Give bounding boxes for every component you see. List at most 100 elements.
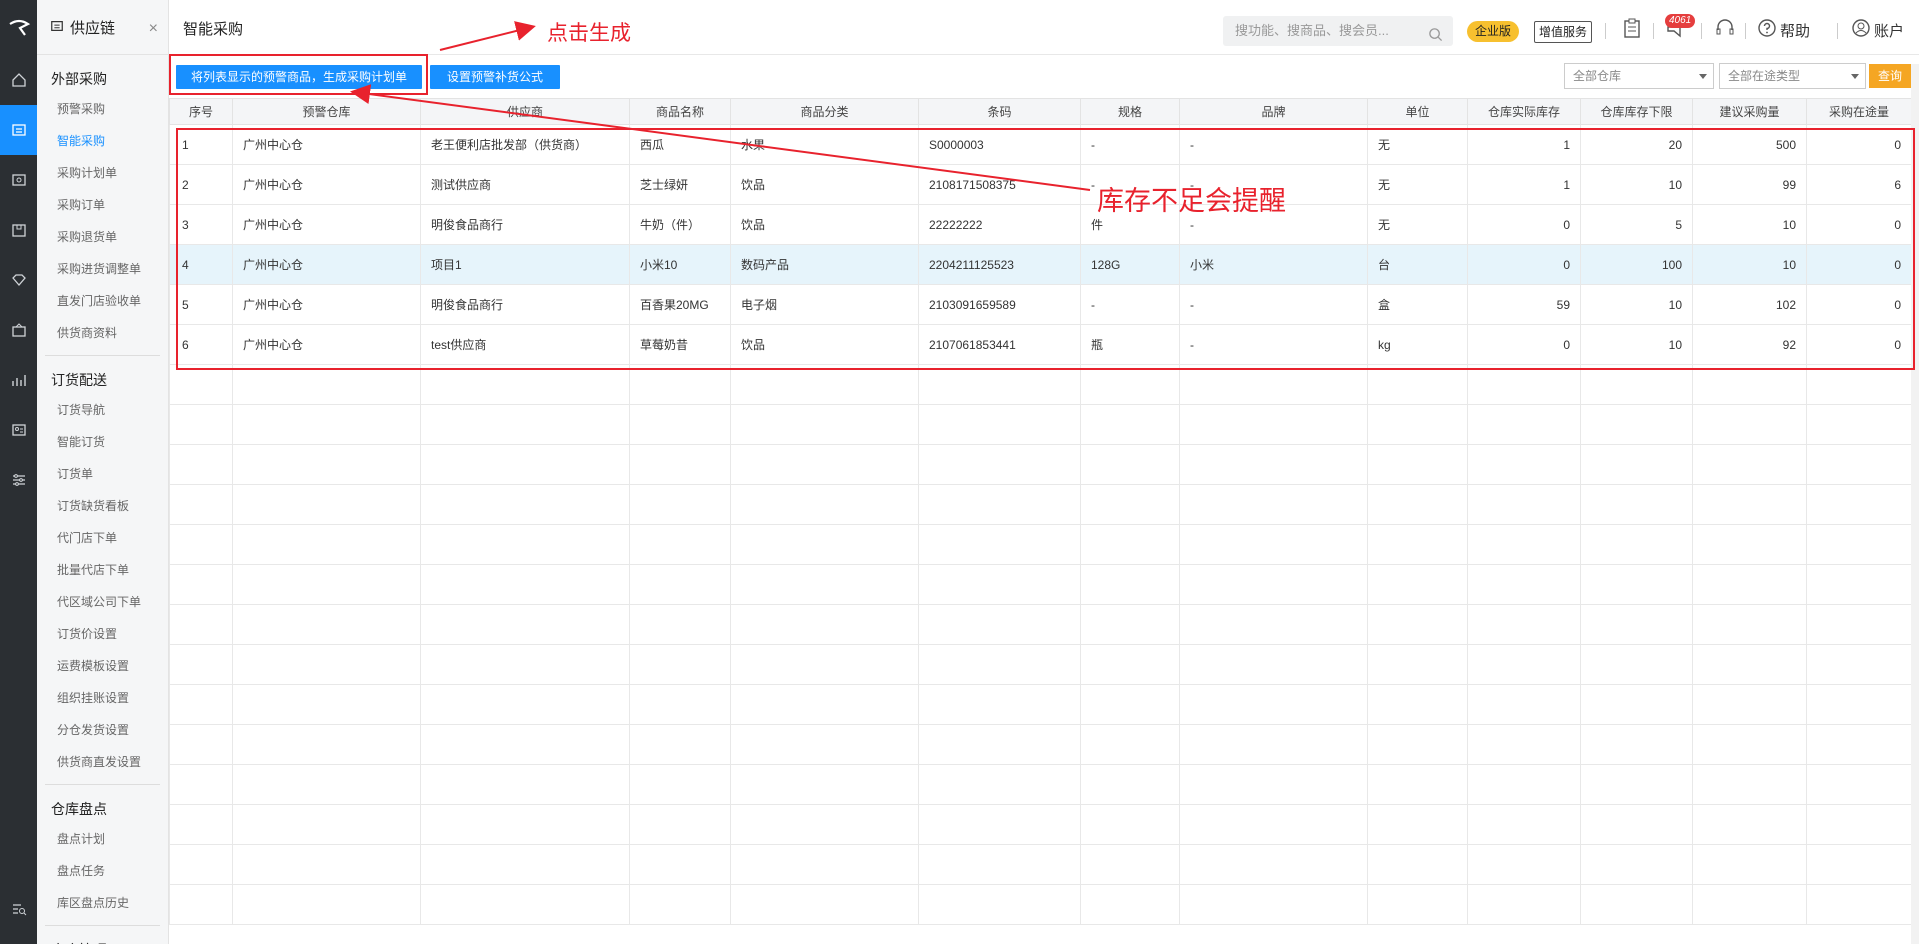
member-icon[interactable]: [0, 255, 37, 305]
table-row[interactable]: 4 广州中心仓 项目1 小米10 数码产品 2204211125523 128G 小米台 0 10…: [169, 244, 1911, 285]
table-row[interactable]: [169, 884, 1911, 925]
table-row[interactable]: [169, 764, 1911, 805]
table-cell: [1179, 724, 1368, 765]
sidebar-item-smart-order[interactable]: 智能订货: [45, 426, 160, 458]
table-row[interactable]: [169, 524, 1911, 565]
sidebar-item-order-list[interactable]: 订货单: [45, 458, 160, 490]
table-cell: [1080, 484, 1180, 525]
sidebar-item-direct-acceptance[interactable]: 直发门店验收单: [45, 285, 160, 317]
sidebar-item-store-order[interactable]: 代门店下单: [45, 522, 160, 554]
settings-icon[interactable]: [0, 455, 37, 505]
sidebar-item-warehouse-shipping[interactable]: 分仓发货设置: [45, 714, 160, 746]
table-row[interactable]: [169, 684, 1911, 725]
table-row[interactable]: 6 广州中心仓 test供应商 草莓奶昔 饮品 2107061853441 瓶 - kg 0 10 9…: [169, 324, 1911, 365]
vertical-scrollbar[interactable]: [1911, 64, 1919, 944]
table-row[interactable]: 2 广州中心仓 测试供应商 芝士绿妍 饮品 2108171508375- - 无 1 10 99 6: [169, 164, 1911, 205]
sidebar-item-purchase-plan[interactable]: 采购计划单: [45, 157, 160, 189]
column-header[interactable]: 仓库实际库存: [1467, 98, 1581, 125]
table-row[interactable]: [169, 444, 1911, 485]
table-row[interactable]: 1 广州中心仓 老王便利店批发部（供货商） 西瓜 水果 S0000003- - 无 1 20 500…: [169, 124, 1911, 165]
column-header[interactable]: 序号: [169, 98, 233, 125]
table-cell: [1806, 564, 1911, 605]
marketing-icon[interactable]: [0, 305, 37, 355]
user-icon[interactable]: [1851, 18, 1871, 41]
sidebar-item-count-task[interactable]: 盘点任务: [45, 855, 160, 887]
sidebar-item-order-price[interactable]: 订货价设置: [45, 618, 160, 650]
warehouse-select[interactable]: 全部仓库: [1564, 63, 1714, 89]
query-button[interactable]: 查询: [1869, 64, 1911, 88]
staff-icon[interactable]: [0, 405, 37, 455]
table-cell: [1179, 884, 1368, 925]
table-cell: [1080, 804, 1180, 845]
home-icon[interactable]: [0, 55, 37, 105]
sidebar-item-warning-purchase[interactable]: 预警采购: [45, 93, 160, 125]
help-link[interactable]: 帮助: [1780, 20, 1810, 41]
store-icon[interactable]: [0, 205, 37, 255]
search-input[interactable]: 搜功能、搜商品、搜会员...: [1223, 16, 1453, 46]
transit-type-select[interactable]: 全部在途类型: [1719, 63, 1866, 89]
table-row[interactable]: [169, 644, 1911, 685]
table-row[interactable]: 3 广州中心仓 明俊食品商行 牛奶（件） 饮品 22222222 件 - 无 0 5 10 0: [169, 204, 1911, 245]
sidebar-item-freight-template[interactable]: 运费模板设置: [45, 650, 160, 682]
table-cell: 92: [1692, 324, 1807, 365]
table-cell: [1367, 804, 1468, 845]
sidebar-item-count-plan[interactable]: 盘点计划: [45, 823, 160, 855]
sidebar-item-purchase-return[interactable]: 采购退货单: [45, 221, 160, 253]
table-cell: 2107061853441: [918, 324, 1081, 365]
sidebar-item-purchase-adjust[interactable]: 采购进货调整单: [45, 253, 160, 285]
close-icon[interactable]: ×: [149, 20, 158, 38]
sidebar-item-region-order[interactable]: 代区域公司下单: [45, 586, 160, 618]
column-header[interactable]: 商品名称: [629, 98, 731, 125]
sidebar-item-supplier-info[interactable]: 供货商资料: [45, 317, 160, 349]
column-header[interactable]: 建议采购量: [1692, 98, 1807, 125]
table-row[interactable]: [169, 724, 1911, 765]
value-service-button[interactable]: 增值服务: [1534, 21, 1592, 43]
help-icon[interactable]: [1757, 18, 1777, 41]
logo-icon[interactable]: [0, 0, 37, 55]
enterprise-badge[interactable]: 企业版: [1467, 21, 1519, 42]
table-cell: -: [1179, 324, 1368, 365]
set-formula-button[interactable]: 设置预警补货公式: [430, 65, 560, 89]
table-row[interactable]: 5 广州中心仓 明俊食品商行 百香果20MG 电子烟 2103091659589- - 盒 59…: [169, 284, 1911, 325]
table-cell: 10: [1692, 204, 1807, 245]
account-link[interactable]: 账户: [1874, 20, 1904, 41]
sidebar-item-batch-order[interactable]: 批量代店下单: [45, 554, 160, 586]
table-cell: [730, 364, 919, 405]
column-header[interactable]: 供应商: [420, 98, 630, 125]
table-cell: [232, 524, 421, 565]
sidebar-item-supplier-direct[interactable]: 供货商直发设置: [45, 746, 160, 778]
column-header[interactable]: 商品分类: [730, 98, 919, 125]
supply-chain-icon[interactable]: [0, 105, 37, 155]
table-row[interactable]: [169, 364, 1911, 405]
sidebar-item-order-nav[interactable]: 订货导航: [45, 394, 160, 426]
sidebar-item-org-credit[interactable]: 组织挂账设置: [45, 682, 160, 714]
column-header[interactable]: 条码: [918, 98, 1081, 125]
table-cell: [1692, 404, 1807, 445]
generate-plan-button[interactable]: 将列表显示的预警商品，生成采购计划单: [176, 65, 422, 89]
column-header[interactable]: 仓库库存下限: [1580, 98, 1693, 125]
column-header[interactable]: 规格: [1080, 98, 1180, 125]
table-row[interactable]: [169, 604, 1911, 645]
column-header[interactable]: 品牌: [1179, 98, 1368, 125]
report-icon[interactable]: [0, 355, 37, 405]
menu-search-icon[interactable]: [0, 884, 37, 934]
column-header[interactable]: 单位: [1367, 98, 1468, 125]
menu-group-warehouse: 仓库管理: [45, 926, 160, 944]
clipboard-icon[interactable]: [1623, 18, 1641, 41]
headset-icon[interactable]: [1715, 18, 1735, 41]
table-row[interactable]: [169, 564, 1911, 605]
sidebar-item-shortage-board[interactable]: 订货缺货看板: [45, 490, 160, 522]
app-window: 供应链 × 外部采购 预警采购 智能采购 采购计划单 采购订单 采购退货单 采购…: [0, 0, 1919, 944]
finance-icon[interactable]: [0, 155, 37, 205]
column-header[interactable]: 采购在途量: [1806, 98, 1911, 125]
table-cell: 饮品: [730, 164, 919, 205]
table-row[interactable]: [169, 404, 1911, 445]
table-row[interactable]: [169, 484, 1911, 525]
sidebar-item-purchase-order[interactable]: 采购订单: [45, 189, 160, 221]
table-row[interactable]: [169, 804, 1911, 845]
table-row[interactable]: [169, 844, 1911, 885]
sidebar-item-count-history[interactable]: 库区盘点历史: [45, 887, 160, 919]
search-icon[interactable]: [1428, 23, 1443, 53]
column-header[interactable]: 预警仓库: [232, 98, 421, 125]
sidebar-item-smart-purchase[interactable]: 智能采购: [45, 125, 160, 157]
